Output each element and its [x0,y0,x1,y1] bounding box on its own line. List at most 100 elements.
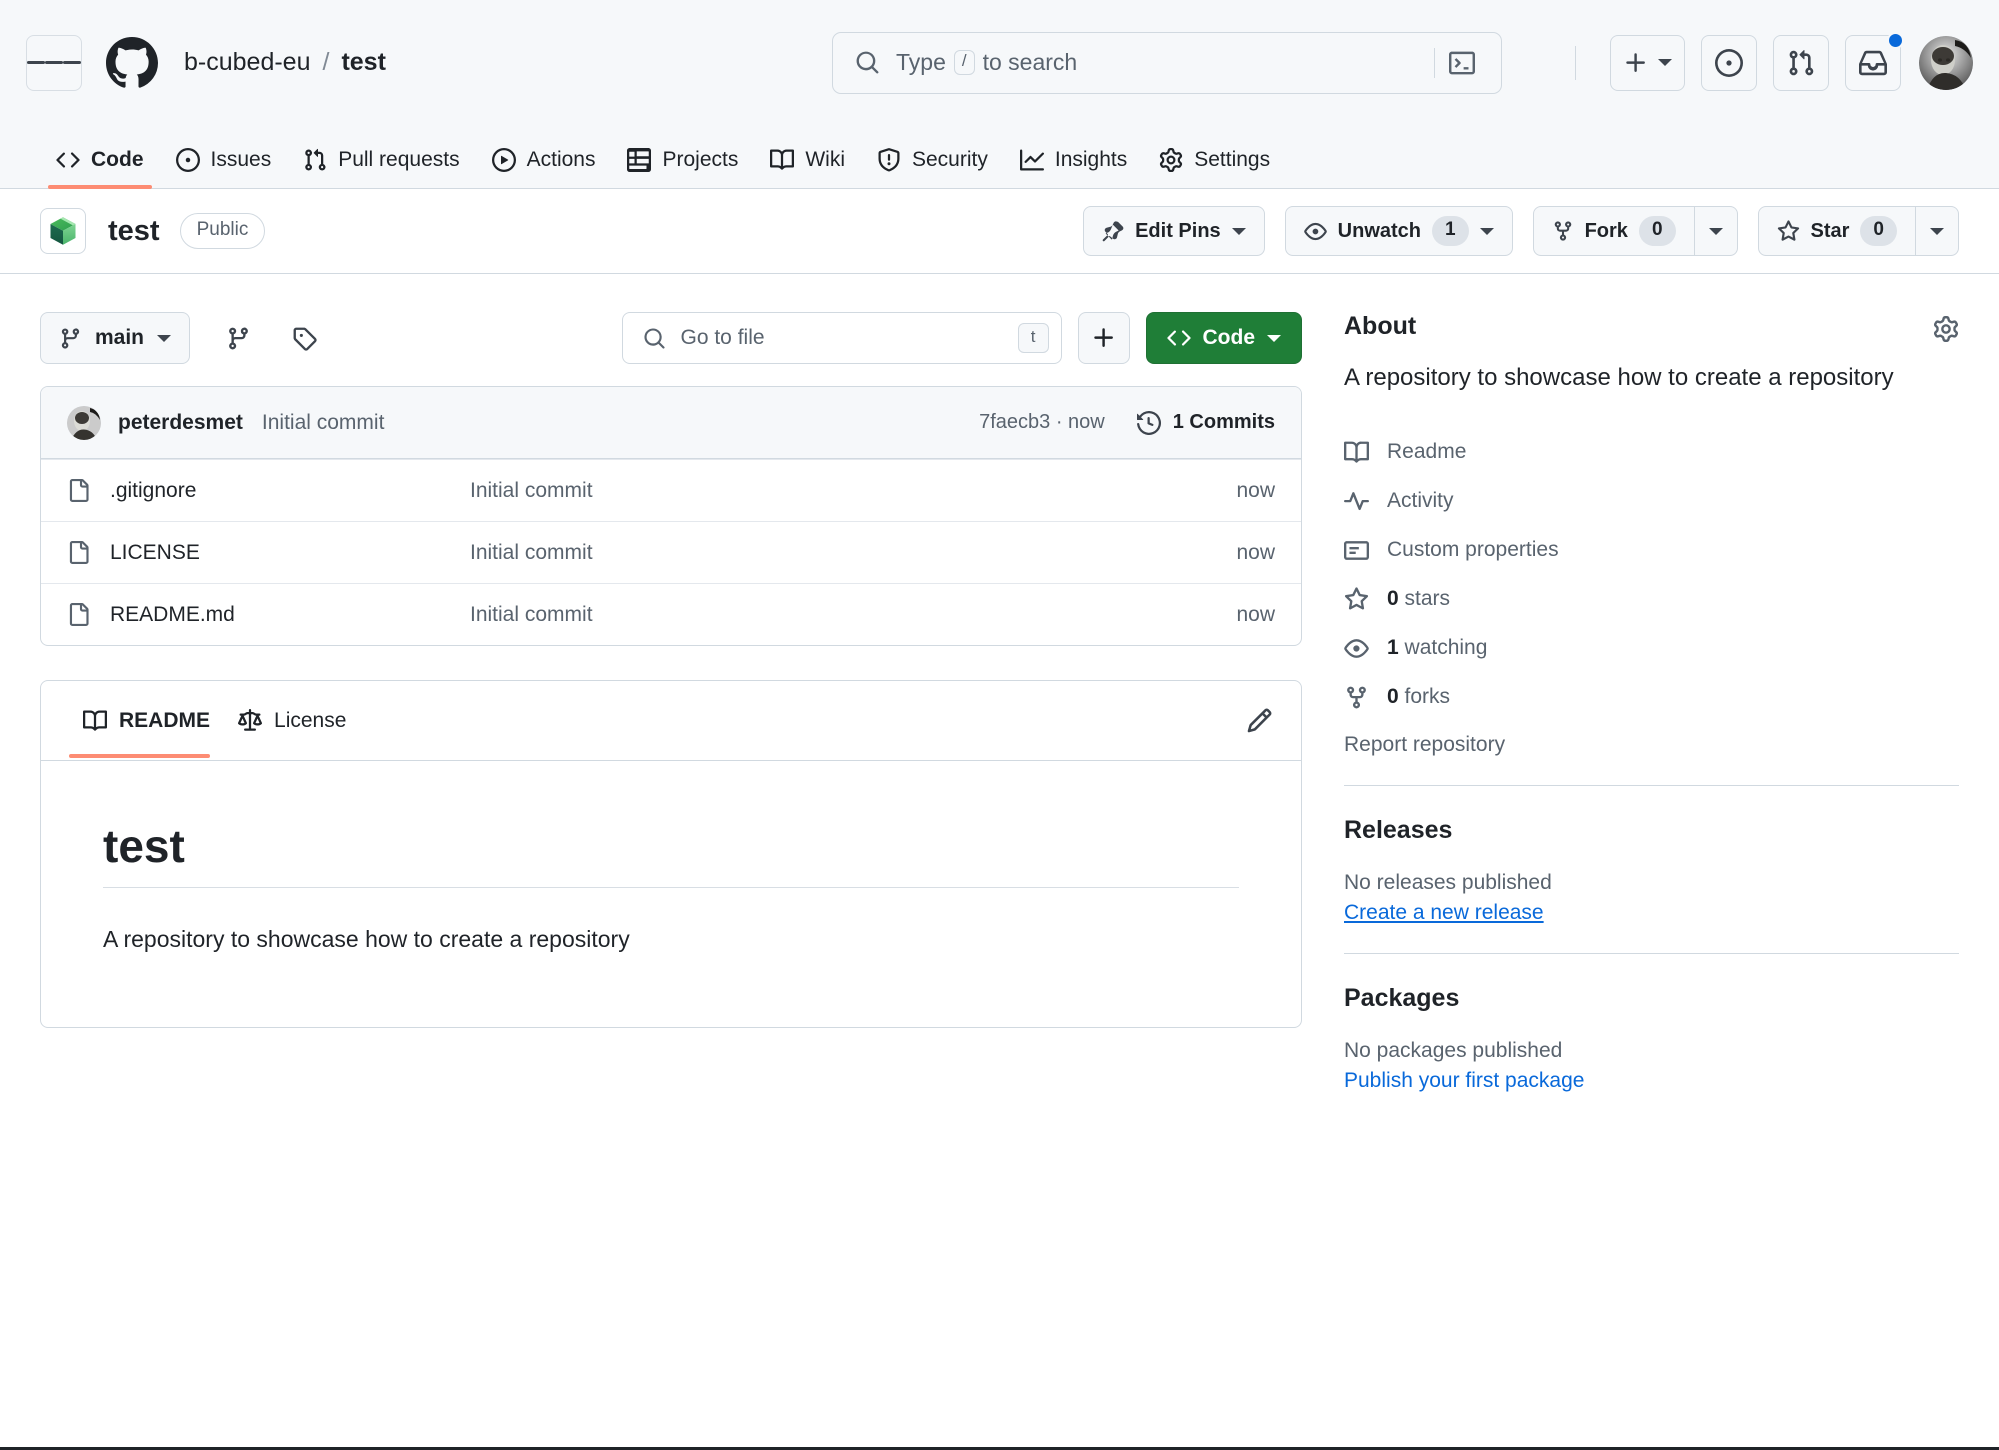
fork-icon [1554,221,1571,241]
latest-commit-bar: peterdesmet Initial commit 7faecb3 · now… [41,387,1301,459]
pulse-icon [1344,491,1369,510]
file-name[interactable]: README.md [110,603,470,627]
github-logo-icon[interactable] [106,36,158,89]
file-icon [67,479,90,502]
repo-stack-icon [40,208,86,254]
about-stars-link[interactable]: 0 stars [1344,577,1959,621]
repo-stack-glyph [50,217,76,245]
avatar[interactable] [1919,35,1973,90]
report-repository-link[interactable]: Report repository [1344,733,1959,757]
tab-security[interactable]: Security [861,148,1004,188]
unwatch-button[interactable]: Unwatch 1 [1284,206,1513,256]
eye-icon [1303,222,1327,240]
add-file-button[interactable] [1077,312,1130,364]
file-icon [67,541,90,564]
tab-actions[interactable]: Actions [476,148,612,188]
about-links: Readme Activity Custom properties 0 star… [1344,430,1959,719]
commit-sha-and-time[interactable]: 7faecb3 · now [979,411,1105,434]
file-icon [67,603,90,626]
chevron-down-icon [1267,334,1281,342]
commit-time: now [1068,411,1105,433]
readme-content: test A repository to showcase how to cre… [41,761,1301,1027]
about-watching-value: 1 watching [1387,636,1487,660]
about-forks-label: forks [1404,685,1451,708]
table-row[interactable]: README.md Initial commit now [41,583,1301,645]
tab-pull-requests[interactable]: Pull requests [287,148,475,188]
tab-issues[interactable]: Issues [160,148,288,188]
commit-message[interactable]: Initial commit [262,411,385,435]
branch-selector-button[interactable]: main [40,312,191,364]
commit-author-name[interactable]: peterdesmet [118,411,243,435]
tab-code[interactable]: Code [40,148,160,189]
file-commit-message[interactable]: Initial commit [470,479,1236,503]
breadcrumb-repo[interactable]: test [341,48,385,77]
readme-card: README License test A repository to show… [40,680,1302,1028]
edit-readme-button[interactable] [1246,707,1273,734]
search-placeholder-prefix: Type [896,49,946,75]
tab-projects[interactable]: Projects [611,148,754,188]
tab-insights[interactable]: Insights [1004,148,1143,188]
create-new-button[interactable] [1610,34,1685,91]
about-forks-link[interactable]: 0 forks [1344,675,1959,719]
tags-link[interactable] [278,312,330,364]
fork-button[interactable]: Fork 0 [1532,206,1695,256]
fork-dropdown-button[interactable] [1694,206,1738,256]
go-to-file-placeholder: Go to file [680,326,765,349]
table-row[interactable]: LICENSE Initial commit now [41,521,1301,583]
fork-count: 0 [1638,215,1676,247]
star-dropdown-button[interactable] [1916,206,1959,256]
about-custom-properties-link[interactable]: Custom properties [1344,528,1959,572]
go-to-file-input[interactable]: Go to file t [621,312,1062,364]
page-title[interactable]: test [108,215,160,248]
edit-pins-button[interactable]: Edit Pins [1083,206,1265,256]
global-nav-menu-button[interactable] [26,34,82,91]
fork-icon [1347,686,1366,708]
hamburger-line [63,61,81,64]
tab-readme[interactable]: README [69,685,224,758]
commit-history-link[interactable]: 1 Commits [1136,410,1275,435]
search-slash-key: / [953,50,975,75]
breadcrumb-owner[interactable]: b-cubed-eu [184,48,310,77]
file-name[interactable]: LICENSE [110,541,470,565]
file-commit-time: now [1236,602,1275,626]
play-icon [491,148,516,172]
tab-settings[interactable]: Settings [1143,148,1286,188]
search-input[interactable]: Type / to search [832,31,1502,94]
file-commit-message[interactable]: Initial commit [470,603,1236,627]
search-placeholder-suffix: to search [982,49,1078,75]
publish-package-link[interactable]: Publish your first package [1344,1069,1584,1093]
code-clone-button[interactable]: Code [1145,312,1302,364]
notifications-inbox-button[interactable] [1845,31,1904,91]
releases-empty-text: No releases published [1344,871,1552,894]
edit-repository-details-button[interactable] [1933,312,1959,342]
git-branch-icon [61,327,80,349]
tab-wiki[interactable]: Wiki [754,148,861,188]
code-icon [56,152,80,168]
about-activity-link[interactable]: Activity [1344,479,1959,523]
create-release-link[interactable]: Create a new release [1344,901,1544,925]
code-button-label: Code [1202,326,1256,349]
header-divider [1575,45,1576,80]
about-readme-link[interactable]: Readme [1344,430,1959,474]
plus-icon [1626,52,1645,72]
search-container: Type / to search [832,31,1502,94]
about-watching-link[interactable]: 1 watching [1344,626,1959,670]
repository-description: A repository to showcase how to create a… [1344,364,1894,391]
table-row[interactable]: .gitignore Initial commit now [41,459,1301,521]
file-commit-time: now [1236,540,1275,564]
readme-tablist: README License [41,681,1301,761]
command-palette-button[interactable] [1434,33,1501,93]
file-commit-message[interactable]: Initial commit [470,541,1236,565]
issues-button[interactable] [1701,34,1757,91]
notification-indicator-dot [1887,31,1904,49]
tab-license[interactable]: License [224,685,360,757]
branches-link[interactable] [212,312,264,364]
pull-requests-button[interactable] [1773,34,1829,91]
file-name[interactable]: .gitignore [110,479,470,503]
search-icon [643,327,666,350]
gear-icon [1933,316,1959,342]
star-button[interactable]: Star 0 [1757,206,1916,256]
commit-meta: 7faecb3 · now 1 Commits [979,410,1275,435]
avatar[interactable] [67,405,101,440]
chevron-down-icon [1708,227,1723,235]
